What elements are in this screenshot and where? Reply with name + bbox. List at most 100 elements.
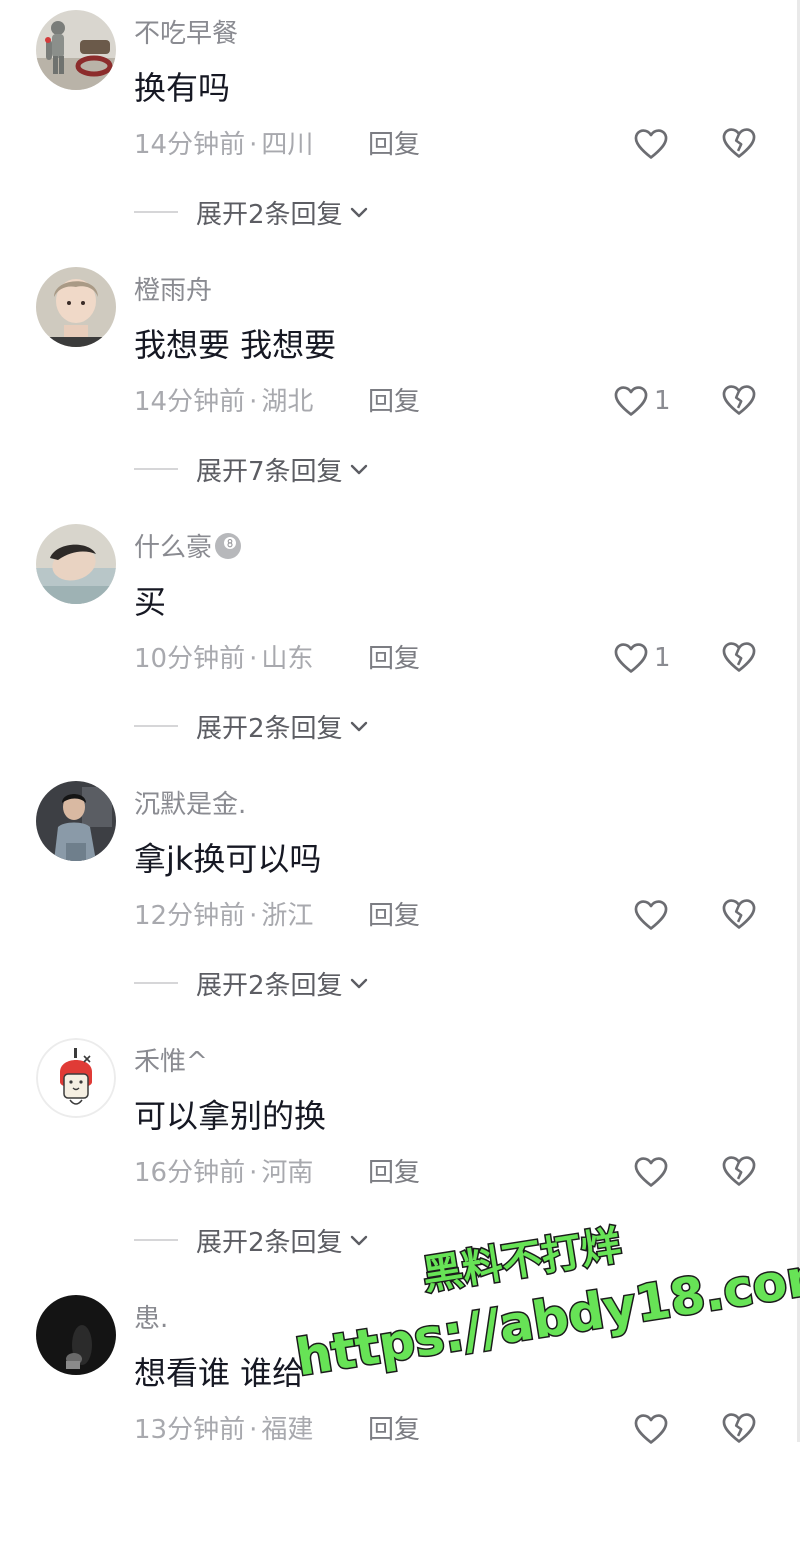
meta-separator: · [249, 1158, 258, 1188]
comment-time: 13分钟前 [134, 1415, 246, 1445]
expand-replies-label: 展开2条回复 [196, 970, 343, 1001]
username[interactable]: 沉默是金. [134, 787, 246, 823]
like-button[interactable]: 1 [612, 381, 671, 421]
expand-replies-button[interactable]: 展开2条回复 [134, 963, 371, 1003]
meta-separator: · [249, 644, 258, 674]
username-text: 什么豪 [134, 533, 213, 563]
comment-time: 14分钟前 [134, 387, 246, 417]
heart-outline-icon [634, 1157, 668, 1187]
comment-location: 浙江 [261, 901, 314, 931]
comment-meta: 16分钟前 · 河南 [134, 1154, 313, 1192]
dislike-button[interactable] [720, 638, 760, 678]
comment-text: 换有吗 [134, 69, 231, 107]
expand-replies-button[interactable]: 展开2条回复 [134, 192, 371, 232]
divider-line [134, 1239, 178, 1241]
expand-replies-button[interactable]: 展开2条回复 [134, 1220, 371, 1260]
comment-item: 橙雨舟 我想要 我想要 14分钟前 · 湖北 回复 1 展开7条回复 [0, 257, 800, 514]
comment-location: 河南 [261, 1158, 314, 1188]
comment-location: 福建 [261, 1415, 314, 1445]
username[interactable]: 患. [134, 1301, 168, 1337]
comment-meta: 14分钟前 · 四川 [134, 126, 313, 164]
heart-outline-icon [634, 129, 668, 159]
reply-button[interactable]: 回复 [368, 640, 420, 678]
broken-heart-icon [722, 1156, 756, 1186]
meta-separator: · [249, 1415, 258, 1445]
avatar[interactable] [36, 524, 116, 604]
expand-replies-button[interactable]: 展开2条回复 [134, 706, 371, 746]
avatar[interactable] [36, 267, 116, 347]
comment-item: 不吃早餐 换有吗 14分钟前 · 四川 回复 展开2条回复 [0, 0, 800, 257]
avatar[interactable] [36, 781, 116, 861]
comment-time: 16分钟前 [134, 1158, 246, 1188]
comment-time: 10分钟前 [134, 644, 246, 674]
comment-meta: 14分钟前 · 湖北 [134, 383, 313, 421]
comment-text: 拿jk换可以吗 [134, 840, 322, 878]
like-count: 1 [654, 643, 671, 673]
comment-item: 什么豪 买 10分钟前 · 山东 回复 1 展开2条回复 [0, 514, 800, 771]
expand-replies-label: 展开2条回复 [196, 713, 343, 744]
dislike-button[interactable] [720, 1152, 760, 1192]
chevron-down-icon [350, 464, 367, 475]
comment-meta: 12分钟前 · 浙江 [134, 897, 313, 935]
dislike-button[interactable] [720, 381, 760, 421]
comment-item: 沉默是金. 拿jk换可以吗 12分钟前 · 浙江 回复 展开2条回复 [0, 771, 800, 1028]
comment-item: 患. 想看谁 谁给 13分钟前 · 福建 回复 [0, 1285, 800, 1542]
username[interactable]: 不吃早餐 [134, 16, 238, 52]
heart-outline-icon [614, 643, 648, 673]
expand-replies-label: 展开7条回复 [196, 456, 343, 487]
comment-location: 湖北 [261, 387, 314, 417]
dislike-button[interactable] [720, 895, 760, 935]
comment-text: 可以拿别的换 [134, 1097, 327, 1135]
meta-separator: · [249, 387, 258, 417]
divider-line [134, 725, 178, 727]
divider-line [134, 468, 178, 470]
comment-text: 想看谁 谁给 [134, 1354, 305, 1392]
comment-item: 禾惟^ 可以拿别的换 16分钟前 · 河南 回复 展开2条回复 [0, 1028, 800, 1285]
like-button[interactable] [632, 1152, 670, 1192]
meta-separator: · [249, 901, 258, 931]
chevron-down-icon [350, 721, 367, 732]
reply-button[interactable]: 回复 [368, 383, 420, 421]
like-button[interactable] [632, 124, 670, 164]
username[interactable]: 什么豪 [134, 530, 242, 566]
comment-location: 四川 [261, 130, 314, 160]
dislike-button[interactable] [720, 124, 760, 164]
heart-outline-icon [634, 900, 668, 930]
like-count: 1 [654, 386, 671, 416]
comment-meta: 13分钟前 · 福建 [134, 1411, 313, 1449]
divider-line [134, 211, 178, 213]
broken-heart-icon [722, 642, 756, 672]
like-button[interactable] [632, 895, 670, 935]
8-ball-icon [215, 533, 242, 559]
expand-replies-button[interactable]: 展开7条回复 [134, 449, 371, 489]
dislike-button[interactable] [720, 1409, 760, 1449]
broken-heart-icon [722, 1413, 756, 1443]
comment-meta: 10分钟前 · 山东 [134, 640, 313, 678]
avatar[interactable] [36, 1038, 116, 1118]
reply-button[interactable]: 回复 [368, 126, 420, 164]
reply-button[interactable]: 回复 [368, 1411, 420, 1449]
heart-outline-icon [634, 1414, 668, 1444]
like-button[interactable]: 1 [612, 638, 671, 678]
chevron-down-icon [350, 978, 367, 989]
username[interactable]: 橙雨舟 [134, 273, 212, 309]
comment-time: 14分钟前 [134, 130, 246, 160]
reply-button[interactable]: 回复 [368, 897, 420, 935]
avatar[interactable] [36, 1295, 116, 1375]
comment-location: 山东 [261, 644, 314, 674]
comment-text: 我想要 我想要 [134, 326, 337, 364]
broken-heart-icon [722, 128, 756, 158]
comment-time: 12分钟前 [134, 901, 246, 931]
username[interactable]: 禾惟^ [134, 1044, 208, 1080]
chevron-down-icon [350, 1235, 367, 1246]
reply-button[interactable]: 回复 [368, 1154, 420, 1192]
chevron-down-icon [350, 207, 367, 218]
divider-line [134, 982, 178, 984]
broken-heart-icon [722, 899, 756, 929]
meta-separator: · [249, 130, 258, 160]
avatar[interactable] [36, 10, 116, 90]
expand-replies-label: 展开2条回复 [196, 199, 343, 230]
like-button[interactable] [632, 1409, 670, 1449]
heart-outline-icon [614, 386, 648, 416]
comment-text: 买 [134, 583, 167, 621]
